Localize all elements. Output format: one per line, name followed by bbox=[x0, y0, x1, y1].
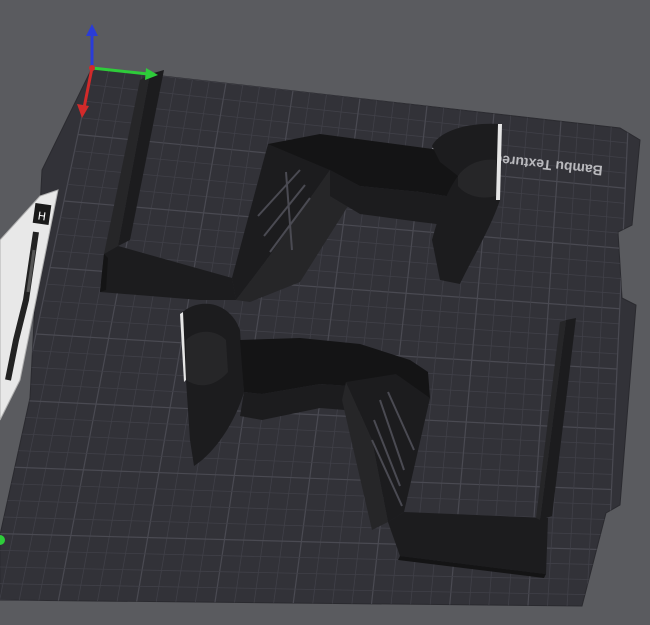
build-scene[interactable]: Bambu Textured PEI Plate H bbox=[0, 0, 650, 625]
3d-viewport[interactable]: Bambu Textured PEI Plate H bbox=[0, 0, 650, 625]
axis-z-arrow-icon bbox=[86, 24, 98, 36]
